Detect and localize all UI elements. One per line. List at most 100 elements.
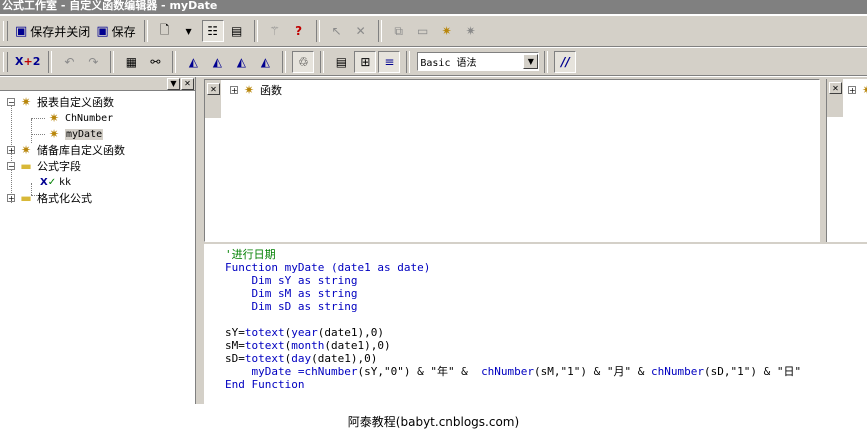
tree-view-toggle[interactable]: ☷ [201, 20, 224, 42]
toggle-bookmark-button[interactable]: ◭ [182, 51, 204, 73]
code-line: End Function [225, 378, 305, 391]
clear-bookmarks-button[interactable]: ◭ [254, 51, 276, 73]
copy-button[interactable]: ⧉ [388, 20, 410, 42]
pointer-icon: ↖ [331, 24, 342, 38]
delete-icon: ✕ [355, 24, 366, 38]
save-button[interactable]: ▣ 保存 [94, 20, 137, 42]
collapse-button[interactable]: ≡ [378, 50, 401, 73]
tree-item-chnumber[interactable]: ✷ ChNumber [0, 110, 195, 126]
tree-item-kk[interactable]: X✓ kk [0, 174, 195, 190]
gear-icon: ✷ [465, 24, 476, 38]
binoculars-icon: ⚯ [150, 54, 161, 69]
code-line: sM=totext(month(date1),0) [225, 339, 391, 352]
workshop-tree: − ✷ 报表自定义函数 ✷ ChNumber ✷ myDate + ✷ 储备库自… [0, 91, 195, 206]
expand-icon[interactable]: + [230, 86, 238, 95]
browse-icon: ▦ [125, 54, 138, 69]
toolbar-separator [48, 50, 53, 73]
toolbar-separator [172, 50, 177, 73]
main-toolbar: ▣ 保存并关闭 ▣ 保存 🗋 ▼ ☷ ▤ ⚚ ? ↖ ✕ ⧉ ▭ ✷ ✷ [0, 15, 867, 47]
expand-icon[interactable]: + [848, 86, 856, 95]
operators-pane-side-strip: ✕ [827, 79, 843, 117]
clear-bookmarks-icon: ◭ [260, 54, 270, 69]
code-line: Dim sD as string [225, 300, 358, 313]
properties-button[interactable]: ▤ [226, 20, 248, 42]
functions-tree-pane: + ✷ 函数 [204, 79, 820, 242]
folder-icon: ▬ [20, 159, 32, 173]
comment-block-button[interactable]: // [554, 50, 577, 73]
toolbar-grip[interactable] [3, 21, 8, 41]
vertical-splitter[interactable] [196, 77, 204, 404]
code-editor[interactable]: '进行日期 Function myDate (date1 as date) Dim… [204, 244, 867, 404]
expand-icon: ⊞ [360, 54, 371, 69]
save-icon: ▣ [96, 23, 109, 39]
new-button[interactable]: 🗋 [154, 20, 176, 42]
formula-check-icon: X+2 [15, 55, 41, 68]
tree-item-operators[interactable]: + ✷ [848, 82, 867, 98]
toolbar-separator [282, 50, 287, 73]
toolbar-separator [320, 50, 325, 73]
check-syntax-button[interactable]: ♲ [292, 50, 315, 73]
settings-button[interactable]: ✷ [460, 20, 482, 42]
expand-icon[interactable]: + [7, 194, 15, 203]
rename-button[interactable]: ▭ [412, 20, 434, 42]
functions-pane-side-strip: ✕ [205, 80, 221, 118]
tree-item-format-formulas[interactable]: + ▬ 格式化公式 [0, 190, 195, 206]
tree-item-formula-fields[interactable]: − ▬ 公式字段 [0, 158, 195, 174]
chevron-down-icon[interactable]: ▼ [523, 54, 539, 69]
comment-icon: ▤ [335, 54, 348, 69]
find-button[interactable]: ⚯ [144, 51, 166, 73]
pane-menu-button[interactable]: ▼ [167, 77, 180, 90]
editor-toolbar: X+2 ↶ ↷ ▦ ⚯ ◭ ◭ ◭ ◭ ♲ ▤ ⊞ ≡ Basic 语法 ▼ /… [0, 47, 867, 76]
code-line: myDate =chNumber(sY,"0") & "年" & chNumbe… [225, 365, 802, 378]
check-formula-button[interactable]: X+2 [13, 51, 42, 73]
expand-icon[interactable]: + [7, 146, 15, 155]
comment-button[interactable]: ▤ [330, 51, 352, 73]
formula-field-icon: X✓ [40, 176, 57, 188]
check-syntax-icon: ♲ [297, 54, 309, 69]
collapse-icon: ≡ [384, 54, 395, 69]
rename-icon: ▭ [416, 24, 429, 38]
syntax-select-value: Basic 语法 [420, 58, 477, 69]
toolbar-grip[interactable] [3, 51, 8, 72]
tree-item-report-functions[interactable]: − ✷ 报表自定义函数 [0, 94, 195, 110]
tree-item-functions[interactable]: + ✷ 函数 [230, 82, 282, 98]
pane-close-button[interactable]: ✕ [829, 82, 842, 94]
bookmark-icon: ◭ [188, 54, 198, 69]
browse-button[interactable]: ▦ [120, 51, 142, 73]
pane-close-button[interactable]: ✕ [181, 77, 194, 90]
collapse-icon[interactable]: − [7, 98, 15, 107]
close-icon: ✕ [210, 84, 217, 94]
gear-icon: ✷ [20, 95, 32, 109]
help-button[interactable]: ? [288, 20, 310, 42]
toolbar-separator [377, 20, 382, 42]
collapse-icon[interactable]: − [7, 162, 15, 171]
tree-view-icon: ☷ [207, 24, 218, 38]
next-bookmark-icon: ◭ [212, 54, 222, 69]
expand-button[interactable]: ⊞ [354, 50, 377, 73]
save-and-close-button[interactable]: ▣ 保存并关闭 [13, 20, 92, 42]
save-icon: ▣ [15, 23, 28, 39]
wand-icon: ⚚ [269, 24, 280, 38]
pane-close-button[interactable]: ✕ [207, 83, 220, 95]
new-dropdown-button[interactable]: ▼ [178, 20, 200, 42]
toolbar-separator [110, 50, 115, 73]
gear-icon: ✷ [48, 127, 60, 141]
previous-bookmark-button[interactable]: ◭ [230, 51, 252, 73]
code-line: Dim sY as string [225, 274, 358, 287]
toolbar-separator [315, 20, 320, 42]
redo-button[interactable]: ↷ [82, 51, 104, 73]
tree-item-mydate[interactable]: ✷ myDate [0, 126, 195, 142]
prev-bookmark-icon: ◭ [236, 54, 246, 69]
tree-item-repository-functions[interactable]: + ✷ 储备库自定义函数 [0, 142, 195, 158]
pointer-button[interactable]: ↖ [326, 20, 348, 42]
redo-icon: ↷ [88, 54, 99, 69]
undo-button[interactable]: ↶ [58, 51, 80, 73]
wizard-button[interactable]: ⚚ [264, 20, 286, 42]
delete-button[interactable]: ✕ [350, 20, 372, 42]
next-bookmark-button[interactable]: ◭ [206, 51, 228, 73]
syntax-select[interactable]: Basic 语法 ▼ [417, 52, 540, 71]
gear-icon: ✷ [441, 24, 452, 38]
options-button[interactable]: ✷ [436, 20, 458, 42]
chevron-down-icon: ▼ [185, 26, 192, 36]
